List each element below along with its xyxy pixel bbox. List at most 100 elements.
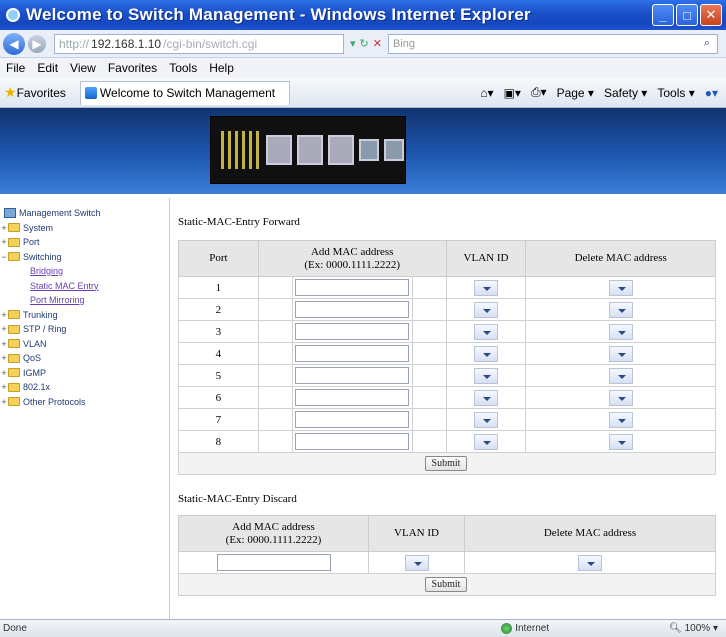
delete-mac-select[interactable] bbox=[608, 367, 633, 384]
tree-root[interactable]: Management Switch bbox=[0, 206, 169, 221]
expand-icon[interactable]: + bbox=[0, 339, 8, 349]
refresh-icon[interactable]: ↻ bbox=[360, 37, 369, 50]
expand-icon[interactable]: + bbox=[0, 237, 8, 247]
spacer-cell bbox=[257, 320, 293, 343]
delete-mac-select[interactable] bbox=[608, 279, 633, 296]
forward-button[interactable]: ▶ bbox=[28, 34, 46, 53]
discard-mac-input[interactable] bbox=[216, 554, 331, 571]
home-icon[interactable]: ⌂▾ bbox=[480, 86, 493, 100]
browser-tab[interactable]: Welcome to Switch Management bbox=[79, 80, 290, 105]
tree-node-trunking[interactable]: + Trunking bbox=[0, 308, 169, 323]
vlan-id-select[interactable] bbox=[474, 411, 498, 428]
port-cell: 4 bbox=[178, 342, 259, 365]
mac-address-input[interactable] bbox=[295, 367, 410, 384]
search-input[interactable]: Bing ⌕ bbox=[387, 33, 718, 54]
tree-link-bridging[interactable]: Bridging bbox=[0, 264, 169, 279]
tree-node-stp-ring[interactable]: + STP / Ring bbox=[0, 322, 169, 337]
expand-icon[interactable]: + bbox=[0, 223, 8, 233]
tree-node-qos[interactable]: + QoS bbox=[0, 351, 169, 366]
vlan-id-select[interactable] bbox=[474, 279, 498, 296]
delete-mac-select[interactable] bbox=[608, 389, 633, 406]
minimize-button[interactable]: _ bbox=[652, 4, 674, 26]
menu-favorites[interactable]: Favorites bbox=[108, 61, 157, 75]
zoom-level[interactable]: 🔍︎ 100% ▾ bbox=[669, 623, 718, 634]
vlan-id-select[interactable] bbox=[474, 345, 498, 362]
forward-section-title: Static-MAC-Entry Forward bbox=[178, 216, 300, 228]
vlan-id-select[interactable] bbox=[474, 367, 498, 384]
expand-icon[interactable]: + bbox=[0, 324, 8, 334]
tree-node-other-protocols[interactable]: + Other Protocols bbox=[0, 395, 169, 410]
back-button[interactable]: ◀ bbox=[3, 32, 25, 55]
tree-link-port-mirroring[interactable]: Port Mirroring bbox=[0, 293, 169, 308]
delete-mac-select[interactable] bbox=[608, 345, 633, 362]
tree-node-802-1x[interactable]: + 802.1x bbox=[0, 380, 169, 395]
stop-icon[interactable]: ✕ bbox=[373, 37, 382, 50]
page-menu[interactable]: Page ▾ bbox=[557, 86, 594, 100]
tools-menu[interactable]: Tools ▾ bbox=[657, 86, 694, 100]
vlan-id-select[interactable] bbox=[474, 301, 498, 318]
favorites-star-icon[interactable]: ★ bbox=[4, 84, 17, 101]
discard-delete-select[interactable] bbox=[578, 554, 602, 571]
expand-icon[interactable]: + bbox=[0, 310, 8, 320]
rj45-port-icon bbox=[266, 135, 292, 165]
menu-file[interactable]: File bbox=[6, 61, 25, 75]
tree-root-label: Management Switch bbox=[19, 208, 101, 219]
help-icon[interactable]: ●▾ bbox=[705, 86, 718, 100]
mac-address-input[interactable] bbox=[295, 279, 410, 296]
vlan-id-select[interactable] bbox=[474, 389, 498, 406]
safety-menu[interactable]: Safety ▾ bbox=[604, 86, 647, 100]
menu-edit[interactable]: Edit bbox=[37, 61, 58, 75]
security-zone[interactable]: Internet bbox=[501, 623, 549, 634]
mac-address-input[interactable] bbox=[295, 301, 410, 318]
delete-cell bbox=[525, 342, 716, 365]
table-row: 6 bbox=[178, 386, 716, 409]
tree-node-port[interactable]: + Port bbox=[0, 235, 169, 250]
mac-address-input[interactable] bbox=[295, 323, 410, 340]
expand-icon[interactable]: + bbox=[0, 353, 8, 363]
expand-icon[interactable]: + bbox=[0, 368, 8, 378]
mac-address-input[interactable] bbox=[295, 389, 410, 406]
port-cell: 3 bbox=[178, 320, 259, 343]
search-icon[interactable]: ⌕ bbox=[697, 37, 717, 50]
menu-tools[interactable]: Tools bbox=[169, 61, 197, 75]
delete-mac-select[interactable] bbox=[608, 323, 633, 340]
vlan-cell bbox=[445, 298, 527, 321]
port-cell: 8 bbox=[178, 430, 259, 453]
mac-address-input[interactable] bbox=[295, 433, 410, 450]
feeds-icon[interactable]: ▣▾ bbox=[504, 86, 521, 100]
close-button[interactable]: ✕ bbox=[700, 4, 722, 26]
tree-node-igmp[interactable]: + IGMP bbox=[0, 366, 169, 381]
mac-address-input[interactable] bbox=[295, 345, 410, 362]
menu-view[interactable]: View bbox=[70, 61, 96, 75]
discard-submit-button[interactable]: Submit bbox=[424, 577, 468, 592]
menu-help[interactable]: Help bbox=[209, 61, 234, 75]
vlan-id-select[interactable] bbox=[474, 433, 498, 450]
table-row: 4 bbox=[178, 342, 716, 365]
collapse-icon[interactable]: − bbox=[0, 252, 8, 262]
mac-address-input[interactable] bbox=[295, 411, 410, 428]
compatibility-icon[interactable]: ▾ bbox=[350, 37, 356, 50]
tree-link-static-mac-entry[interactable]: Static MAC Entry bbox=[0, 279, 169, 294]
delete-mac-select[interactable] bbox=[608, 433, 633, 450]
delete-mac-select[interactable] bbox=[608, 301, 633, 318]
discard-vlan-select[interactable] bbox=[404, 554, 429, 571]
address-host: 192.168.1.10 bbox=[91, 36, 162, 51]
tree-node-label: System bbox=[23, 222, 54, 233]
expand-icon[interactable]: + bbox=[0, 382, 8, 392]
favorites-button[interactable]: Favorites bbox=[17, 86, 66, 100]
tree-node-system[interactable]: + System bbox=[0, 221, 169, 236]
tree-node-vlan[interactable]: + VLAN bbox=[0, 337, 169, 352]
spacer-cell bbox=[411, 430, 447, 453]
maximize-button[interactable]: □ bbox=[676, 4, 698, 26]
spacer-cell bbox=[411, 298, 447, 321]
print-icon[interactable]: ⎙▾ bbox=[531, 85, 547, 100]
address-actions: ▾ ↻ ✕ bbox=[350, 37, 382, 50]
vlan-id-select[interactable] bbox=[474, 323, 498, 340]
delete-mac-select[interactable] bbox=[608, 411, 633, 428]
port-cell: 5 bbox=[178, 364, 259, 387]
tree-node-switching[interactable]: − Switching bbox=[0, 250, 169, 265]
expand-icon[interactable]: + bbox=[0, 397, 8, 407]
spacer-cell bbox=[411, 386, 447, 409]
forward-submit-button[interactable]: Submit bbox=[424, 456, 468, 471]
address-bar[interactable]: http:// 192.168.1.10 /cgi-bin/switch.cgi bbox=[54, 33, 344, 54]
